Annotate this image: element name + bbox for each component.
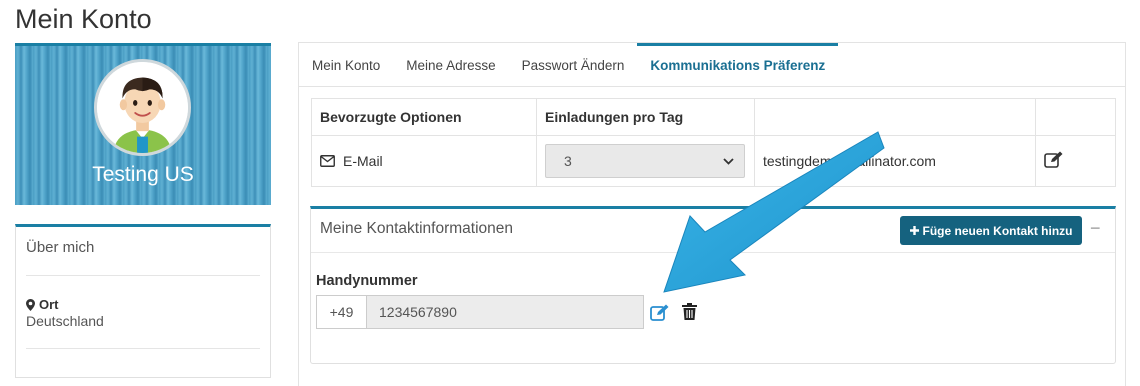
tab-bar: Mein Konto Meine Adresse Passwort Ändern… xyxy=(299,43,1125,87)
invites-select-value: 3 xyxy=(564,153,572,169)
chevron-down-icon xyxy=(723,157,734,165)
contact-panel: Meine Kontaktinformationen Füge neuen Ko… xyxy=(310,206,1116,364)
map-marker-icon xyxy=(26,298,35,311)
about-title: Über mich xyxy=(26,239,95,256)
table-row: E-Mail 3 testingdem@mailinator.com xyxy=(311,135,1116,187)
profile-name: Testing US xyxy=(92,163,194,186)
add-contact-button-label: Füge neuen Kontakt hinzu xyxy=(922,223,1073,238)
trash-icon xyxy=(682,303,697,320)
envelope-icon xyxy=(320,155,335,167)
column-header-options: Bevorzugte Optionen xyxy=(311,98,537,136)
invites-cell: 3 xyxy=(536,135,755,187)
column-header-invites: Einladungen pro Tag xyxy=(536,98,755,136)
contact-panel-header: Meine Kontaktinformationen Füge neuen Ko… xyxy=(311,209,1115,253)
edit-preference-button[interactable] xyxy=(1044,151,1064,168)
main-panel: Mein Konto Meine Adresse Passwort Ändern… xyxy=(298,42,1126,386)
tab-meine-adresse[interactable]: Meine Adresse xyxy=(393,43,508,87)
edit-icon xyxy=(650,304,669,321)
about-card: Über mich Ort Deutschland xyxy=(15,224,271,378)
option-label: E-Mail xyxy=(343,153,383,169)
edit-phone-button[interactable] xyxy=(650,304,671,326)
profile-card: Testing US xyxy=(15,43,271,205)
phone-country-code: +49 xyxy=(316,295,366,329)
edit-icon xyxy=(1044,151,1063,168)
add-contact-button[interactable]: Füge neuen Kontakt hinzu xyxy=(900,216,1082,245)
page-title: Mein Konto xyxy=(15,4,152,34)
column-header-email xyxy=(754,98,1036,136)
actions-cell xyxy=(1035,135,1116,187)
email-cell: testingdem@mailinator.com xyxy=(754,135,1036,187)
contact-panel-title: Meine Kontaktinformationen xyxy=(320,220,514,237)
invites-select[interactable]: 3 xyxy=(545,144,745,178)
phone-number-field[interactable]: 1234567890 xyxy=(366,295,644,329)
tab-mein-konto[interactable]: Mein Konto xyxy=(299,43,393,87)
avatar-illustration xyxy=(97,62,188,153)
tab-passwort-aendern[interactable]: Passwort Ändern xyxy=(509,43,638,87)
table-header-row: Bevorzugte Optionen Einladungen pro Tag xyxy=(311,98,1116,136)
preferences-table: Bevorzugte Optionen Einladungen pro Tag … xyxy=(311,98,1116,187)
location-value: Deutschland xyxy=(26,313,104,329)
avatar xyxy=(94,59,191,156)
collapse-button[interactable]: − xyxy=(1090,218,1101,239)
location-label: Ort xyxy=(26,297,59,312)
delete-phone-button[interactable] xyxy=(682,303,697,325)
phone-label: Handynummer xyxy=(316,273,418,289)
option-cell: E-Mail xyxy=(311,135,537,187)
column-header-actions xyxy=(1035,98,1116,136)
divider xyxy=(26,275,260,276)
divider xyxy=(26,348,260,349)
phone-input-group: +49 1234567890 xyxy=(316,295,644,329)
plus-icon xyxy=(909,226,919,235)
tab-kommunikations-praeferenz[interactable]: Kommunikations Präferenz xyxy=(637,43,839,87)
location-label-text: Ort xyxy=(39,297,59,312)
